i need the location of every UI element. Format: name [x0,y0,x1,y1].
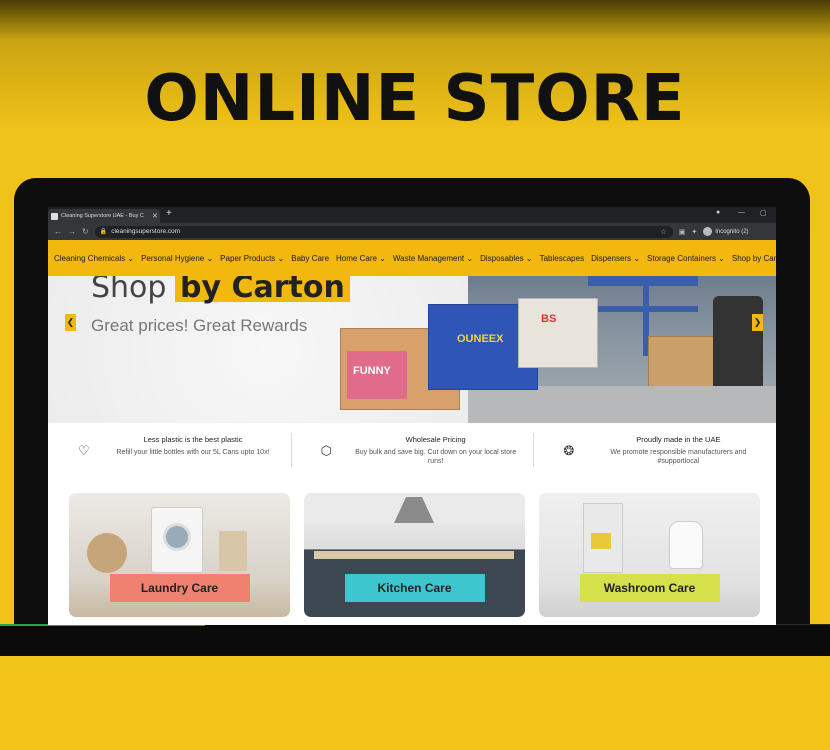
nav-item-tablescapes[interactable]: Tablescapes [540,254,584,263]
forklift [713,296,763,391]
close-icon[interactable]: ✕ [152,212,158,220]
incognito-icon [703,227,713,236]
nav-item-disposables[interactable]: Disposables ⌄ [480,254,533,263]
nav-item-paper-products[interactable]: Paper Products ⌄ [220,254,284,263]
forward-icon[interactable]: → [68,227,76,236]
laptop-base [0,624,830,656]
minimize-icon[interactable]: — [738,209,745,216]
url-input[interactable]: 🔒 cleaningsuperstore.com ☆ [94,225,673,238]
bookmark-star-icon[interactable]: ☆ [660,228,666,236]
tab-title: Cleaning Superstore UAE - Buy C [61,213,144,219]
site-nav: Cleaning Chemicals ⌄ Personal Hygiene ⌄ … [48,240,776,276]
feature-item: ❂ Proudly made in the UAE We promote res… [533,423,776,485]
chevron-right-icon: ❯ [753,317,762,327]
features-row: ♡ Less plastic is the best plastic Refil… [48,423,776,485]
nav-item-cleaning-chemicals[interactable]: Cleaning Chemicals ⌄ [54,254,134,263]
page-headline: ONLINE STORE [144,62,686,136]
browser-tab[interactable]: Cleaning Superstore UAE - Buy C ✕ [48,209,160,223]
laundry-care-label: Laundry Care [109,574,250,602]
carousel-prev-button[interactable]: ❮ [65,314,76,331]
hero-subtitle: Great prices! Great Rewards [91,316,308,335]
nav-item-waste-management[interactable]: Waste Management ⌄ [393,254,473,263]
carton-box-bs: BS [518,298,598,368]
box-brand-label: BS [541,313,557,325]
carousel-next-button[interactable]: ❯ [752,314,763,331]
nav-item-personal-hygiene[interactable]: Personal Hygiene ⌄ [141,254,213,263]
chevron-left-icon: ❮ [66,317,75,327]
tab-bar: Cleaning Superstore UAE - Buy C ✕ + ● — … [48,207,776,223]
chair [87,533,127,573]
feature-item: ♡ Less plastic is the best plastic Refil… [48,423,291,485]
machine-door [163,523,191,551]
kitchen-counter [314,551,514,559]
nav-item-storage-containers[interactable]: Storage Containers ⌄ [647,254,725,263]
category-card-kitchen[interactable]: Kitchen Care [304,493,525,617]
reload-icon[interactable]: ↻ [82,227,89,236]
box-brand-label: FUNNY [353,365,391,377]
washroom-care-label: Washroom Care [579,574,720,602]
profile-dot-icon[interactable]: ● [716,209,720,216]
award-icon: ❂ [563,443,575,458]
incognito-profile[interactable]: Incognito (2) [703,227,749,236]
nav-item-shop-by-carton[interactable]: Shop by Carton [732,254,776,263]
feature-item: ⬡ Wholesale Pricing Buy bulk and save bi… [290,423,534,485]
feature-title: Less plastic is the best plastic [143,435,243,444]
maximize-icon[interactable]: ▢ [760,209,767,217]
kitchen-care-label: Kitchen Care [344,574,485,602]
toilet [669,521,703,569]
hero-title-shop: Shop [91,276,167,305]
favicon-icon [51,212,58,220]
browser-screen: Cleaning Superstore UAE - Buy C ✕ + ● — … [48,207,776,625]
warehouse-floor [468,386,776,423]
extension-icon[interactable]: ▣ [679,228,686,236]
category-card-washroom[interactable]: Washroom Care [539,493,760,617]
back-icon[interactable]: ← [54,227,62,236]
nav-item-home-care[interactable]: Home Care ⌄ [336,254,386,263]
basket [219,531,247,571]
lock-icon[interactable]: 🔒 [100,228,107,235]
url-text: cleaningsuperstore.com [111,228,181,235]
heart-icon: ♡ [78,443,90,458]
box-icon: ⬡ [320,443,333,458]
new-tab-button[interactable]: + [166,208,172,219]
category-card-laundry[interactable]: Laundry Care [69,493,290,617]
feature-desc: Buy bulk and save big. Cut down on your … [355,449,517,465]
feature-title: Proudly made in the UAE [636,435,721,444]
puzzle-icon[interactable]: ✦ [691,228,697,236]
address-bar: ← → ↻ 🔒 cleaningsuperstore.com ☆ ▣ ✦ Inc… [48,223,776,240]
product-box [591,533,611,549]
feature-desc: Refill your little bottles with our 5L C… [116,449,270,456]
hero-banner[interactable]: Shop by Carton Great prices! Great Rewar… [48,276,776,423]
nav-item-dispensers[interactable]: Dispensers ⌄ [591,254,640,263]
feature-title: Wholesale Pricing [405,435,466,444]
profile-label: Incognito (2) [715,228,749,235]
box-brand-label: OUNEEX [457,333,504,345]
feature-desc: We promote responsible manufacturers and… [610,449,747,465]
category-cards: Laundry Care Kitchen Care Washroom Care [69,493,761,617]
hero-title-carton: by Carton [175,276,350,305]
nav-item-baby-care[interactable]: Baby Care [291,254,329,263]
